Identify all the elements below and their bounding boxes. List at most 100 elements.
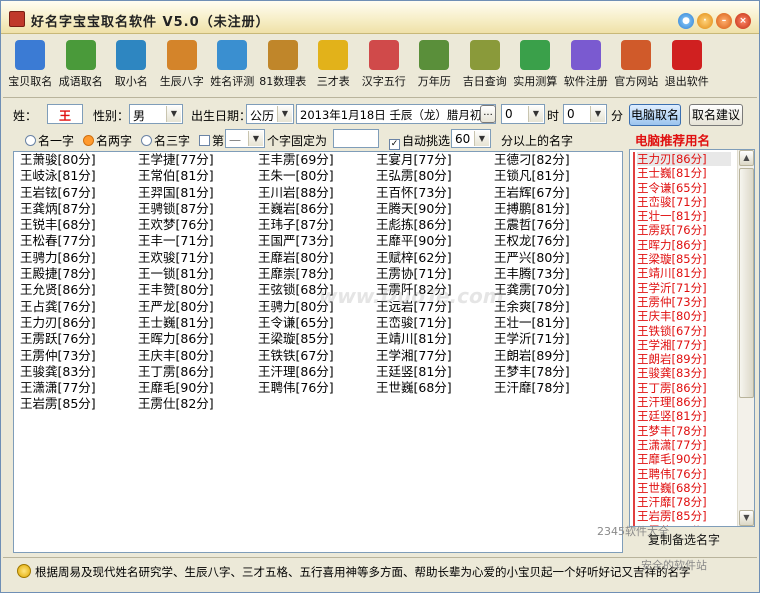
recommend-item[interactable]: 王庆丰[80分]	[637, 309, 731, 323]
minimize-button[interactable]: –	[716, 13, 732, 29]
recommend-item[interactable]: 王力刃[86分]	[637, 152, 731, 167]
recommend-item[interactable]: 王丁雳[86分]	[637, 381, 731, 395]
name-item[interactable]: 王梦丰[78分]	[494, 364, 612, 380]
recommend-item[interactable]: 王靖川[81分]	[637, 266, 731, 280]
recommend-item[interactable]: 王雳跃[76分]	[637, 223, 731, 237]
name-item[interactable]: 王汗理[86分]	[258, 364, 376, 380]
name-item[interactable]: 王百怀[73分]	[376, 185, 494, 201]
name-item[interactable]: 王震哲[76分]	[494, 217, 612, 233]
toolbar-button[interactable]: 姓名评测	[207, 37, 258, 95]
toolbar-button[interactable]: 官方网站	[611, 37, 662, 95]
name-item[interactable]: 王德刁[82分]	[494, 152, 612, 168]
name-item[interactable]: 王欢骏[71分]	[138, 250, 256, 266]
name-item[interactable]: 王力刃[86分]	[20, 315, 138, 331]
recommend-item[interactable]: 王世巍[68分]	[637, 481, 731, 495]
name-item[interactable]: 王汗靡[78分]	[494, 380, 612, 396]
name-item[interactable]: 王一锁[81分]	[138, 266, 256, 282]
name-item[interactable]: 王严龙[80分]	[138, 299, 256, 315]
toolbar-button[interactable]: 生辰八字	[157, 37, 208, 95]
name-item[interactable]: 王骋锁[87分]	[138, 201, 256, 217]
names-list[interactable]: 王萧骏[80分] 王岐泳[81分] 王岩铉[67分] 王龚炳[87分] 王锐丰[68分]…	[13, 151, 623, 553]
toolbar-button[interactable]: 软件注册	[561, 37, 612, 95]
name-item[interactable]: 王靡岩[80分]	[258, 250, 376, 266]
name-item[interactable]: 王雳仕[82分]	[138, 396, 256, 412]
name-item[interactable]: 王岩雳[85分]	[20, 396, 138, 412]
name-item[interactable]: 王峦骏[71分]	[376, 315, 494, 331]
name-item[interactable]: 王丰雳[69分]	[258, 152, 376, 168]
name-item[interactable]: 王腾天[90分]	[376, 201, 494, 217]
name-item[interactable]: 王允贤[86分]	[20, 282, 138, 298]
name-item[interactable]: 王壮一[81分]	[494, 315, 612, 331]
scrollbar[interactable]: ▲ ▼	[737, 150, 754, 526]
recommend-item[interactable]: 王学湘[77分]	[637, 338, 731, 352]
recommend-item[interactable]: 王朗岩[89分]	[637, 352, 731, 366]
name-item[interactable]: 王萧骏[80分]	[20, 152, 138, 168]
name-item[interactable]: 王梁璇[85分]	[258, 331, 376, 347]
recommend-item[interactable]: 王汗理[86分]	[637, 395, 731, 409]
toolbar-button[interactable]: 81数理表	[258, 37, 309, 95]
radio-two-char[interactable]: 名两字	[83, 132, 132, 149]
name-item[interactable]: 王岩铉[67分]	[20, 185, 138, 201]
name-item[interactable]: 王常伯[81分]	[138, 168, 256, 184]
name-item[interactable]: 王丰腾[73分]	[494, 266, 612, 282]
name-item[interactable]: 王松春[77分]	[20, 233, 138, 249]
toolbar-button[interactable]: 宝贝取名	[5, 37, 56, 95]
toolbar-button[interactable]: 退出软件	[662, 37, 713, 95]
date-field[interactable]: 2013年1月18日 壬辰（龙）腊月初七	[296, 104, 496, 124]
name-item[interactable]: 王龚雳[70分]	[494, 282, 612, 298]
name-item[interactable]: 王靖川[81分]	[376, 331, 494, 347]
toolbar-button[interactable]: 成语取名	[56, 37, 107, 95]
close-button[interactable]: ×	[735, 13, 751, 29]
name-item[interactable]: 王岐泳[81分]	[20, 168, 138, 184]
name-item[interactable]: 王川岩[88分]	[258, 185, 376, 201]
recommend-item[interactable]: 王岩雳[85分]	[637, 509, 731, 523]
name-item[interactable]: 王丰一[71分]	[138, 233, 256, 249]
recommend-item[interactable]: 王令谦[65分]	[637, 181, 731, 195]
name-item[interactable]: 王廷竖[81分]	[376, 364, 494, 380]
recommend-item[interactable]: 王雳仲[73分]	[637, 295, 731, 309]
name-item[interactable]: 王学捷[77分]	[138, 152, 256, 168]
name-item[interactable]: 王聘伟[76分]	[258, 380, 376, 396]
name-item[interactable]: 王潇潇[77分]	[20, 380, 138, 396]
name-item[interactable]: 王搏鹏[81分]	[494, 201, 612, 217]
recommend-item[interactable]: 王壮一[81分]	[637, 209, 731, 223]
recommend-item[interactable]: 王铁锁[67分]	[637, 324, 731, 338]
recommend-item[interactable]: 王廷竖[81分]	[637, 409, 731, 423]
name-item[interactable]: 王权龙[76分]	[494, 233, 612, 249]
name-item[interactable]: 王雳仲[73分]	[20, 348, 138, 364]
name-item[interactable]: 王骋力[86分]	[20, 250, 138, 266]
recommend-item[interactable]: 王学沂[71分]	[637, 281, 731, 295]
scroll-up-icon[interactable]: ▲	[739, 150, 754, 166]
recommend-item[interactable]: 王梁璇[85分]	[637, 252, 731, 266]
name-item[interactable]: 王雳跃[76分]	[20, 331, 138, 347]
recommend-item[interactable]: 王士巍[81分]	[637, 166, 731, 180]
toolbar-button[interactable]: 取小名	[106, 37, 157, 95]
name-item[interactable]: 王锐丰[68分]	[20, 217, 138, 233]
name-item[interactable]: 王赋梓[62分]	[376, 250, 494, 266]
name-item[interactable]: 王令谦[65分]	[258, 315, 376, 331]
recommend-item[interactable]: 王梦丰[78分]	[637, 424, 731, 438]
name-item[interactable]: 王士巍[81分]	[138, 315, 256, 331]
recommend-item[interactable]: 王骏龚[83分]	[637, 366, 731, 380]
name-item[interactable]: 王丰赞[80分]	[138, 282, 256, 298]
name-item[interactable]: 王晖力[86分]	[138, 331, 256, 347]
name-suggest-button[interactable]: 取名建议	[689, 104, 743, 126]
toolbar-button[interactable]: 实用测算	[510, 37, 561, 95]
name-item[interactable]: 王宴月[77分]	[376, 152, 494, 168]
toolbar-button[interactable]: 汉字五行	[359, 37, 410, 95]
name-item[interactable]: 王朱一[80分]	[258, 168, 376, 184]
radio-three-char[interactable]: 名三字	[141, 132, 190, 149]
name-item[interactable]: 王雳协[71分]	[376, 266, 494, 282]
copy-names-button[interactable]: 复制备选名字	[629, 529, 739, 551]
scroll-down-icon[interactable]: ▼	[739, 510, 754, 526]
name-item[interactable]: 王丁雳[86分]	[138, 364, 256, 380]
calendar-type-select[interactable]: 公历 ▼	[246, 104, 294, 124]
recommend-item[interactable]: 王聘伟[76分]	[637, 467, 731, 481]
name-item[interactable]: 王羿国[81分]	[138, 185, 256, 201]
recommend-item[interactable]: 王潇潇[77分]	[637, 438, 731, 452]
recommend-item[interactable]: 王峦骏[71分]	[637, 195, 731, 209]
name-item[interactable]: 王玮子[87分]	[258, 217, 376, 233]
name-item[interactable]: 王朗岩[89分]	[494, 348, 612, 364]
name-item[interactable]: 王岩辉[67分]	[494, 185, 612, 201]
name-item[interactable]: 王巍岩[86分]	[258, 201, 376, 217]
